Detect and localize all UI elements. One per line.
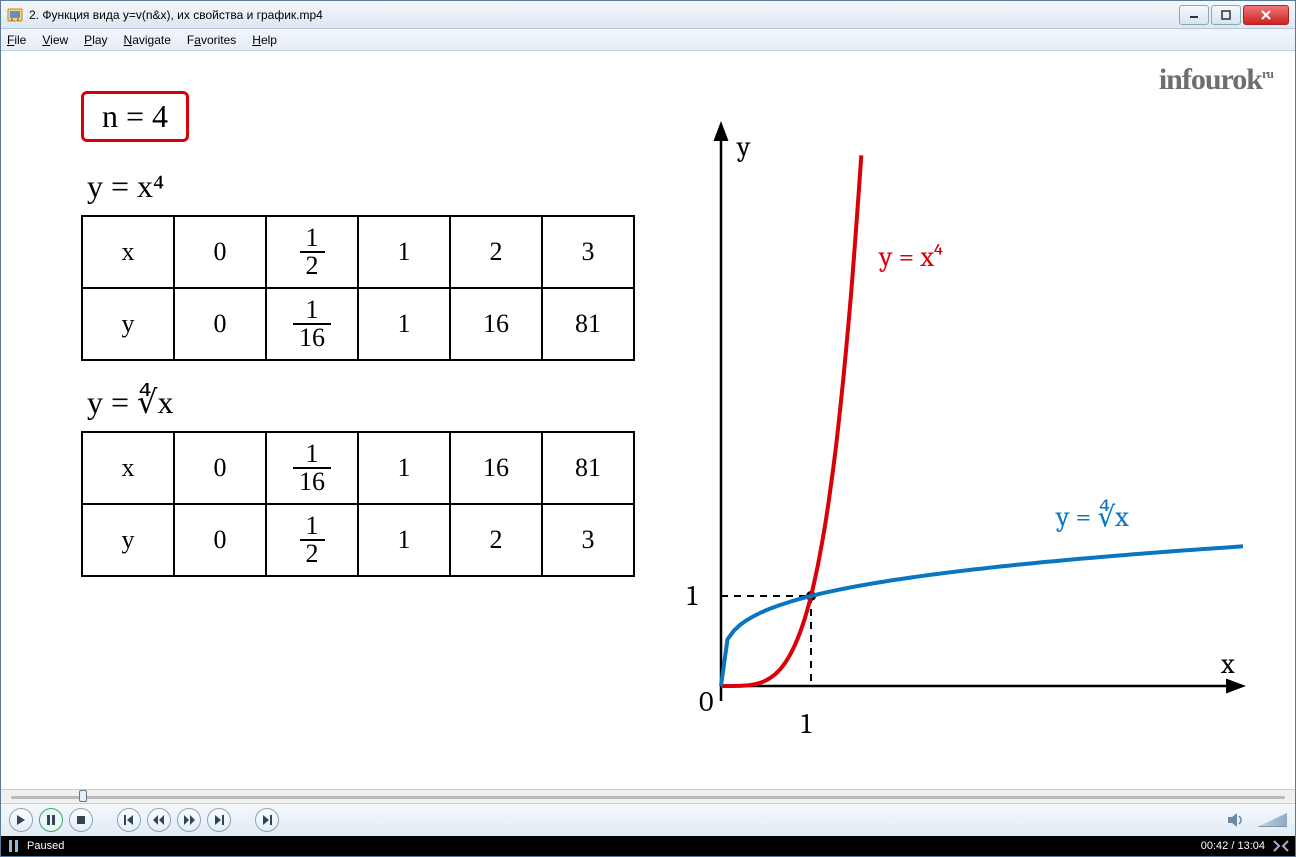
table-cell: 81 (542, 288, 634, 360)
table-cell: y (82, 288, 174, 360)
maximize-button[interactable] (1211, 5, 1241, 25)
table-cell: x (82, 432, 174, 504)
table-cell: 1 (358, 432, 450, 504)
table-cell: 12 (266, 216, 358, 288)
titlebar: 2. Функция вида y=v(n&x), их свойства и … (1, 1, 1295, 29)
rewind-button[interactable] (147, 808, 171, 832)
status-bar: Paused 00:42 / 13:04 (1, 836, 1295, 856)
table-cell: 1 (358, 288, 450, 360)
menu-navigate[interactable]: Navigate (124, 33, 171, 47)
left-column: n = 4 y = x⁴ x012123y011611681 y = ∜x x0… (1, 51, 641, 789)
menu-help[interactable]: Help (252, 33, 277, 47)
x-tick-1: 1 (801, 708, 812, 740)
table-cell: 0 (174, 432, 266, 504)
stop-button[interactable] (69, 808, 93, 832)
skip-forward-button[interactable] (207, 808, 231, 832)
close-button[interactable] (1243, 5, 1289, 25)
curve2-label: y = ∜x (1055, 501, 1129, 533)
app-window: 2. Функция вида y=v(n&x), их свойства и … (0, 0, 1296, 857)
skip-back-button[interactable] (117, 808, 141, 832)
y-tick-1: 1 (687, 580, 698, 612)
graph-plot: y x 0 1 1 y = x⁴ y = ∜x (641, 101, 1261, 781)
table-cell: x (82, 216, 174, 288)
table-2: x011611681y012123 (81, 431, 635, 577)
graph-area: y x 0 1 1 y = x⁴ y = ∜x (641, 51, 1295, 789)
table-cell: 16 (450, 432, 542, 504)
n-value-box: n = 4 (81, 91, 189, 142)
forward-button[interactable] (177, 808, 201, 832)
table-cell: 2 (450, 504, 542, 576)
table-cell: y (82, 504, 174, 576)
table-1: x012123y011611681 (81, 215, 635, 361)
pause-button[interactable] (39, 808, 63, 832)
table-cell: 16 (450, 288, 542, 360)
video-content[interactable]: infourokru n = 4 y = x⁴ x012123y01161168… (1, 51, 1295, 789)
window-controls (1177, 5, 1289, 25)
formula-1: y = x⁴ (87, 168, 635, 205)
menu-file[interactable]: File (7, 33, 26, 47)
window-title: 2. Функция вида y=v(n&x), их свойства и … (29, 8, 1177, 22)
formula-2: y = ∜x (87, 383, 635, 421)
y-axis-label: y (736, 131, 751, 163)
menu-bar: File View Play Navigate Favorites Help (1, 29, 1295, 51)
menu-play[interactable]: Play (84, 33, 107, 47)
table-cell: 12 (266, 504, 358, 576)
table-cell: 3 (542, 216, 634, 288)
table-cell: 3 (542, 504, 634, 576)
menu-view[interactable]: View (42, 33, 68, 47)
seek-track (11, 796, 1285, 799)
status-toggle-icon[interactable] (1273, 839, 1289, 853)
table-cell: 0 (174, 216, 266, 288)
table-cell: 0 (174, 504, 266, 576)
x-axis-label: x (1220, 648, 1235, 680)
app-icon (7, 7, 23, 23)
seek-bar[interactable] (1, 789, 1295, 803)
volume-icon[interactable] (1225, 809, 1247, 831)
status-text: Paused (27, 840, 64, 852)
curve1-label: y = x⁴ (878, 241, 943, 273)
minimize-button[interactable] (1179, 5, 1209, 25)
time-display: 00:42 / 13:04 (1201, 840, 1265, 852)
seek-thumb[interactable] (79, 790, 87, 802)
playback-controls (1, 803, 1295, 836)
table-cell: 116 (266, 288, 358, 360)
volume-slider[interactable] (1257, 813, 1287, 827)
table-cell: 0 (174, 288, 266, 360)
step-button[interactable] (255, 808, 279, 832)
origin-label: 0 (699, 686, 713, 718)
table-cell: 1 (358, 216, 450, 288)
status-icon (7, 839, 21, 853)
play-button[interactable] (9, 808, 33, 832)
menu-favorites[interactable]: Favorites (187, 33, 236, 47)
table-cell: 1 (358, 504, 450, 576)
table-cell: 81 (542, 432, 634, 504)
table-cell: 116 (266, 432, 358, 504)
table-cell: 2 (450, 216, 542, 288)
